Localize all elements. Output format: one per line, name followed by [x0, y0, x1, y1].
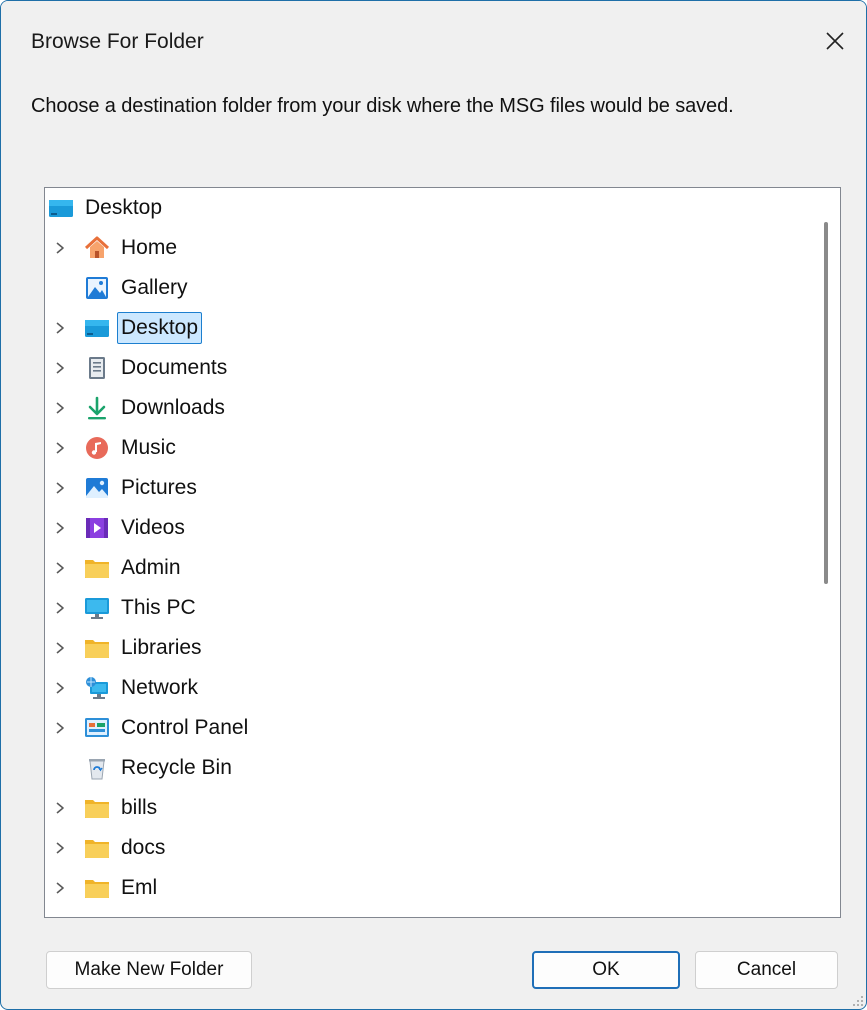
tree-item[interactable]: Gallery [45, 268, 805, 308]
tree-item-label: bills [121, 796, 158, 819]
pictures-icon [83, 474, 111, 502]
expand-chevron-icon[interactable] [53, 400, 67, 416]
home-icon [83, 234, 111, 262]
folder-tree[interactable]: Desktop Home Gallery Desktop Documents Downlo… [44, 187, 841, 918]
tree-item-label: This PC [121, 596, 196, 619]
tree-item-label: Downloads [121, 396, 225, 419]
gallery-icon [83, 274, 111, 302]
expand-chevron-icon[interactable] [53, 800, 67, 816]
folder-icon [83, 554, 111, 582]
ok-button[interactable]: OK [532, 951, 680, 989]
tree-item[interactable]: Eml [45, 868, 805, 908]
folder-icon [83, 634, 111, 662]
tree-item[interactable]: docs [45, 828, 805, 868]
expand-chevron-icon[interactable] [53, 600, 67, 616]
expand-chevron-icon[interactable] [53, 360, 67, 376]
tree-item-label: Videos [121, 516, 185, 539]
tree-item-label: docs [121, 836, 166, 859]
music-icon [83, 434, 111, 462]
tree-item-label: Libraries [121, 636, 202, 659]
tree-item-label: Music [121, 436, 176, 459]
tree-item[interactable]: Control Panel [45, 708, 805, 748]
vertical-scrollbar[interactable] [810, 188, 840, 917]
tree-item[interactable]: Desktop [45, 308, 805, 348]
folder-icon [83, 874, 111, 902]
network-icon [83, 674, 111, 702]
title-bar: Browse For Folder [1, 1, 866, 83]
tree-item[interactable]: Recycle Bin [45, 748, 805, 788]
expand-chevron-icon[interactable] [53, 640, 67, 656]
desktop-icon [47, 194, 75, 222]
expand-chevron-icon[interactable] [53, 440, 67, 456]
close-button[interactable] [804, 15, 866, 67]
downloads-icon [83, 394, 111, 422]
tree-item-label: Gallery [121, 276, 188, 299]
documents-icon [83, 354, 111, 382]
instruction-text: Choose a destination folder from your di… [31, 95, 734, 117]
tree-item[interactable]: Libraries [45, 628, 805, 668]
tree-item[interactable]: Home [45, 228, 805, 268]
resize-grip-icon[interactable] [850, 993, 864, 1007]
tree-item-label: Eml [121, 876, 158, 899]
expand-chevron-icon[interactable] [53, 680, 67, 696]
tree-item[interactable]: This PC [45, 588, 805, 628]
expand-chevron-icon[interactable] [53, 520, 67, 536]
tree-item-label: Home [121, 236, 178, 259]
tree-item-label: Recycle Bin [121, 756, 232, 779]
tree-item-label: Control Panel [121, 716, 249, 739]
tree-item-label: Admin [121, 556, 181, 579]
tree-item-label: Network [121, 676, 199, 699]
expand-chevron-icon[interactable] [53, 480, 67, 496]
folder-icon [83, 794, 111, 822]
tree-item[interactable]: Music [45, 428, 805, 468]
close-icon [826, 32, 844, 50]
make-new-folder-button[interactable]: Make New Folder [46, 951, 252, 989]
tree-item-label: Desktop [85, 196, 163, 219]
expand-chevron-icon[interactable] [53, 840, 67, 856]
folder-icon [83, 834, 111, 862]
control-panel-icon [83, 714, 111, 742]
this-pc-icon [83, 594, 111, 622]
desktop-icon [83, 314, 111, 342]
expand-chevron-icon[interactable] [53, 720, 67, 736]
tree-item-label: Pictures [121, 476, 197, 499]
browse-for-folder-dialog: Browse For Folder Choose a destination f… [0, 0, 867, 1010]
tree-item[interactable]: Pictures [45, 468, 805, 508]
tree-item[interactable]: Documents [45, 348, 805, 388]
tree-item[interactable]: Admin [45, 548, 805, 588]
tree-item[interactable]: bills [45, 788, 805, 828]
tree-item[interactable]: Desktop [45, 188, 805, 228]
expand-chevron-icon[interactable] [53, 560, 67, 576]
videos-icon [83, 514, 111, 542]
tree-item[interactable]: Downloads [45, 388, 805, 428]
expand-chevron-icon[interactable] [53, 880, 67, 896]
tree-item-label: Documents [121, 356, 228, 379]
expand-chevron-icon[interactable] [53, 240, 67, 256]
recycle-bin-icon [83, 754, 111, 782]
scrollbar-thumb[interactable] [824, 222, 828, 584]
expand-chevron-icon[interactable] [53, 320, 67, 336]
tree-item[interactable]: Network [45, 668, 805, 708]
cancel-button[interactable]: Cancel [695, 951, 838, 989]
tree-item-label: Desktop [117, 312, 203, 344]
dialog-title: Browse For Folder [31, 30, 204, 53]
tree-item[interactable]: Videos [45, 508, 805, 548]
